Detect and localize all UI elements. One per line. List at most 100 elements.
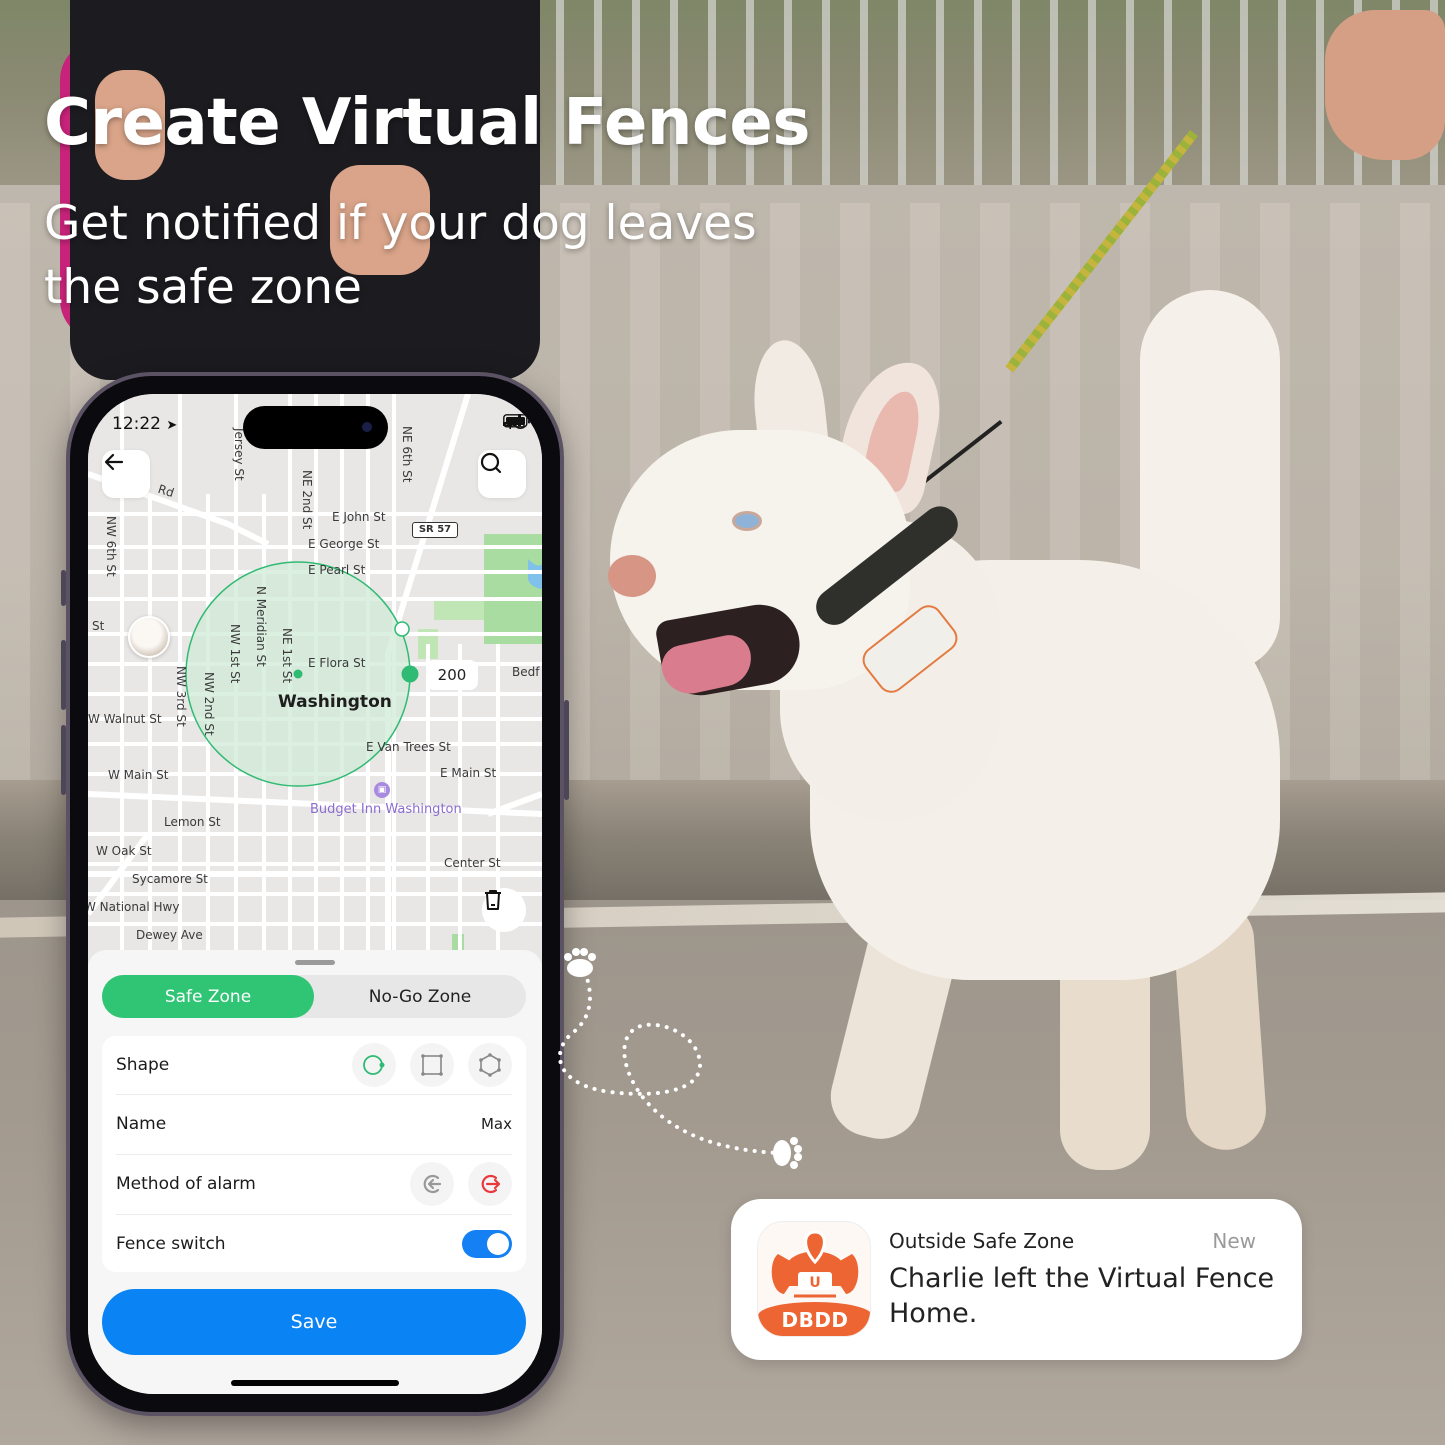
status-indicators: 4G xyxy=(503,414,531,433)
owner-hand xyxy=(1325,10,1445,160)
name-row[interactable]: Name Max xyxy=(116,1094,512,1152)
fence-switch-label: Fence switch xyxy=(116,1233,226,1254)
street-label: NW 6th St xyxy=(104,516,118,577)
notification-body: Charlie left the Virtual Fence Home. xyxy=(889,1263,1275,1329)
street-label: E Pearl St xyxy=(308,563,366,577)
tab-no-go-zone[interactable]: No-Go Zone xyxy=(314,975,526,1018)
delete-fence-button[interactable] xyxy=(482,888,526,932)
shape-label: Shape xyxy=(116,1055,170,1075)
headline-subtitle: Get notified if your dog leaves the safe… xyxy=(44,196,757,315)
front-camera xyxy=(362,422,372,432)
arrow-left-icon xyxy=(104,453,124,471)
dynamic-island xyxy=(243,406,388,449)
runner-vest xyxy=(70,0,540,380)
fence-settings-sheet: Safe Zone No-Go Zone Shape Name Max Meth… xyxy=(88,950,542,1394)
alarm-method-label: Method of alarm xyxy=(116,1173,256,1194)
route-badge: SR 57 xyxy=(412,522,458,538)
radius-value[interactable]: 200 xyxy=(426,660,478,690)
alarm-options xyxy=(396,1161,512,1206)
phone-screen: Jersey St NE 6th St NE 2nd St E John St … xyxy=(88,394,542,1394)
geofence-radius-handle[interactable] xyxy=(401,665,419,683)
toggle-knob xyxy=(487,1232,509,1255)
shape-row: Shape xyxy=(116,1036,512,1094)
fence-switch-row: Fence switch xyxy=(116,1214,512,1272)
fence-switch-toggle[interactable] xyxy=(462,1229,512,1258)
dog-nose xyxy=(608,555,656,597)
street-label: NE 2nd St xyxy=(300,470,314,530)
headline-title: Create Virtual Fences xyxy=(44,86,810,160)
enter-alarm-icon xyxy=(423,1174,442,1193)
notification-title: Outside Safe Zone xyxy=(889,1229,1075,1253)
street-label: E George St xyxy=(308,537,380,551)
trail-path xyxy=(558,970,780,1155)
tab-safe-zone[interactable]: Safe Zone xyxy=(102,975,314,1018)
street-label: St xyxy=(92,619,105,633)
name-label: Name xyxy=(116,1113,167,1134)
location-arrow-icon: ➤ xyxy=(166,418,178,433)
street-label: W Walnut St xyxy=(88,712,162,726)
street-label: Dewey Ave xyxy=(136,928,203,942)
name-value[interactable]: Max xyxy=(481,1115,512,1133)
phone-volume-up xyxy=(61,640,66,710)
street-label: E John St xyxy=(332,510,386,524)
back-button[interactable] xyxy=(102,450,150,498)
enter-alarm-button[interactable] xyxy=(410,1161,454,1206)
status-time-text: 12:22 xyxy=(112,414,161,434)
battery-full-icon xyxy=(503,414,531,428)
street-label: W National Hwy xyxy=(88,900,180,914)
sheet-grabber[interactable] xyxy=(295,960,335,965)
bed-icon: ▣ xyxy=(374,782,390,798)
dog-eye xyxy=(735,514,759,528)
map-park xyxy=(434,598,484,620)
street-label: NW 1st St xyxy=(228,624,242,684)
circle-shape-icon xyxy=(363,1055,385,1075)
notification-time: New xyxy=(1212,1229,1256,1253)
zone-type-segmented-control: Safe Zone No-Go Zone xyxy=(102,975,526,1018)
phone-volume-down xyxy=(61,725,66,795)
city-label: Washington xyxy=(278,692,392,712)
shape-options xyxy=(338,1043,512,1087)
street-label: N Meridian St xyxy=(254,586,268,667)
pet-avatar[interactable] xyxy=(128,616,170,658)
map-view[interactable]: Jersey St NE 6th St NE 2nd St E John St … xyxy=(88,394,542,964)
street-label: W Main St xyxy=(108,768,169,782)
map-park xyxy=(484,534,542,644)
street-label: E Flora St xyxy=(308,656,366,670)
push-notification[interactable]: U DBDD Outside Safe Zone New Charlie lef… xyxy=(731,1199,1302,1360)
shape-rectangle-button[interactable] xyxy=(410,1043,454,1087)
geofence-handle-inactive[interactable] xyxy=(394,621,410,637)
phone-side-button xyxy=(564,700,569,800)
street-label: Sycamore St xyxy=(132,872,208,886)
street-label: Center St xyxy=(444,856,501,870)
shape-polygon-button[interactable] xyxy=(468,1043,512,1087)
geofence-center-dot xyxy=(293,669,303,679)
street-label: Lemon St xyxy=(164,815,221,829)
paw-print-icon xyxy=(773,1137,802,1169)
street-label: E Van Trees St xyxy=(366,740,451,754)
app-icon: U DBDD xyxy=(757,1221,871,1337)
street-label: NW 2nd St xyxy=(202,672,216,736)
street-label: NW 3rd St xyxy=(174,666,188,727)
phone-action-button xyxy=(61,570,66,606)
rectangle-shape-icon xyxy=(421,1054,443,1076)
street-label: W Oak St xyxy=(96,844,152,858)
poi-label[interactable]: Budget Inn Washington xyxy=(310,802,462,817)
exit-alarm-icon xyxy=(481,1174,501,1193)
app-name: DBDD xyxy=(781,1308,849,1332)
paw-print-icon xyxy=(564,948,596,977)
search-button[interactable] xyxy=(478,450,526,498)
save-button[interactable]: Save xyxy=(102,1289,526,1355)
dotted-trail xyxy=(558,948,802,1169)
street-label: NE 6th St xyxy=(400,426,414,483)
svg-text:U: U xyxy=(809,1275,820,1291)
exit-alarm-button[interactable] xyxy=(468,1161,512,1206)
search-icon xyxy=(480,452,502,474)
status-time: 12:22 ➤ xyxy=(112,414,177,434)
dbdd-logo-icon: U xyxy=(771,1230,859,1298)
trash-icon xyxy=(485,890,501,910)
fence-settings-card: Shape Name Max Method of alarm Fence swi… xyxy=(102,1036,526,1272)
street-label: NE 1st St xyxy=(280,628,294,684)
home-indicator xyxy=(231,1380,399,1386)
shape-circle-button[interactable] xyxy=(352,1043,396,1087)
alarm-method-row: Method of alarm xyxy=(116,1154,512,1212)
